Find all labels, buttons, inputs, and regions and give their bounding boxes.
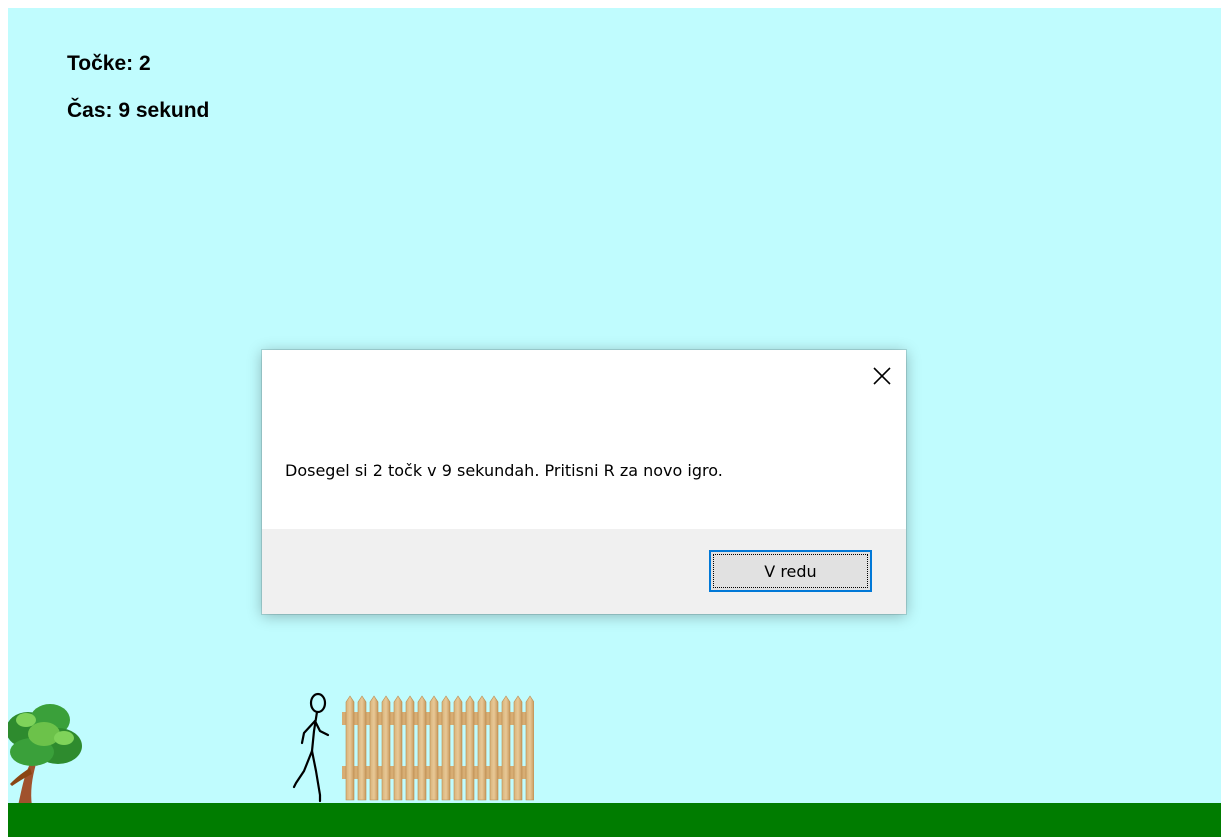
game-over-dialog: Dosegel si 2 točk v 9 sekundah. Pritisni… bbox=[262, 350, 906, 614]
ok-button-label: V redu bbox=[713, 554, 868, 588]
time-label: Čas: 9 sekund bbox=[67, 99, 210, 122]
ok-button[interactable]: V redu bbox=[709, 550, 872, 592]
tree-sprite bbox=[8, 704, 82, 806]
dialog-footer: V redu bbox=[262, 529, 906, 614]
stickman-sprite bbox=[292, 692, 330, 803]
dialog-message: Dosegel si 2 točk v 9 sekundah. Pritisni… bbox=[285, 461, 723, 480]
ground bbox=[8, 803, 1221, 837]
fence-sprite bbox=[342, 695, 534, 801]
score-label: Točke: 2 bbox=[67, 52, 151, 75]
close-icon[interactable] bbox=[868, 362, 896, 390]
